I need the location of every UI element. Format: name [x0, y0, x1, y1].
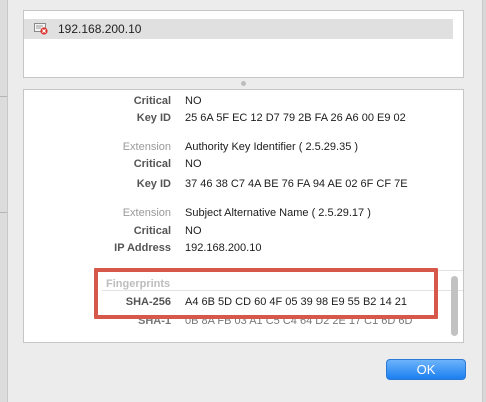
sha256-label: SHA-256	[125, 296, 171, 308]
background-window-edge-right	[482, 0, 486, 402]
certificate-details-pane[interactable]: Critical NO Key ID 25 6A 5F EC 12 D7 79 …	[23, 89, 464, 343]
window-edge-mark	[0, 96, 7, 97]
critical-label: Critical	[133, 158, 171, 170]
critical-value: NO	[185, 225, 202, 237]
background-window-edge	[0, 0, 8, 402]
ip-address-value: 192.168.200.10	[185, 242, 262, 254]
critical-value: NO	[185, 158, 202, 170]
window-edge-mark	[0, 212, 7, 213]
section-divider	[102, 270, 463, 271]
fingerprints-heading: Fingerprints	[106, 278, 171, 290]
sha1-value: 0B 8A FB 03 A1 C5 C4 64 D2 2E 17 C1 6D 6…	[185, 315, 413, 327]
certificate-invalid-icon	[34, 23, 48, 35]
critical-label: Critical	[133, 95, 171, 107]
extension-value: Authority Key Identifier ( 2.5.29.35 )	[185, 141, 359, 153]
key-id-label: Key ID	[136, 112, 171, 124]
certificate-list-item[interactable]: 192.168.200.10	[24, 19, 453, 39]
critical-label: Critical	[133, 225, 171, 237]
ok-button[interactable]: OK	[386, 359, 466, 380]
critical-value: NO	[185, 95, 202, 107]
key-id-label: Key ID	[136, 178, 171, 190]
extension-value: Subject Alternative Name ( 2.5.29.17 )	[185, 207, 371, 219]
scrollbar-thumb[interactable]	[451, 276, 458, 336]
key-id-value: 25 6A 5F EC 12 D7 79 2B FA 26 A6 00 E9 0…	[185, 112, 406, 124]
certificate-name: 192.168.200.10	[58, 22, 142, 36]
split-view-handle[interactable]	[241, 81, 246, 86]
sha256-value: A4 6B 5D CD 60 4F 05 39 98 E9 55 B2 14 2…	[185, 296, 407, 308]
extension-label: Extension	[122, 141, 171, 153]
certificate-list[interactable]: 192.168.200.10	[23, 10, 464, 78]
ip-address-label: IP Address	[114, 242, 171, 254]
sha1-label: SHA-1	[137, 315, 171, 327]
extension-label: Extension	[122, 207, 171, 219]
details-scrollbar[interactable]	[450, 90, 459, 342]
section-divider	[102, 290, 463, 291]
key-id-value: 37 46 38 C7 4A BE 76 FA 94 AE 02 6F CF 7…	[185, 178, 408, 190]
